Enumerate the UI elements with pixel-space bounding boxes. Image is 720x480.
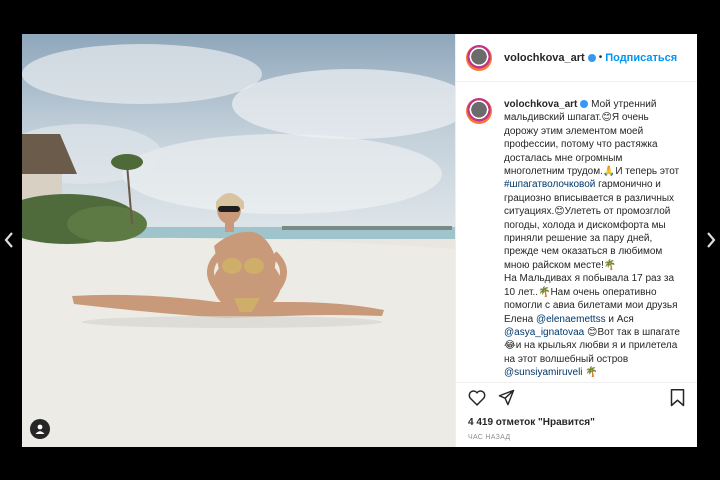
hashtag-link[interactable]: #шпагатволочковой (504, 179, 595, 190)
emoji: 😊 (601, 112, 612, 124)
divider (456, 382, 697, 383)
heart-icon[interactable] (468, 389, 486, 411)
caption-part: и на крыльях любви я и прилетела на этот… (504, 340, 681, 365)
chevron-left-icon[interactable] (2, 230, 16, 250)
emoji: 😊 (554, 206, 565, 218)
emoji: 😊 (587, 326, 598, 338)
caption-part: Вот так в шпагате (597, 326, 680, 338)
verified-icon (580, 100, 589, 109)
avatar[interactable] (466, 44, 492, 71)
chevron-right-icon[interactable] (704, 230, 718, 250)
mention-link[interactable]: @elenaemettss (536, 314, 606, 325)
mention-link[interactable]: @sunsiyamiruveli (504, 367, 583, 378)
caption-avatar[interactable] (466, 98, 492, 124)
verified-icon (587, 53, 596, 62)
caption-part: И теперь этот (615, 166, 682, 178)
caption-username[interactable]: volochkova_art (504, 99, 577, 110)
separator-dot: • (598, 52, 603, 63)
emoji: 😂 (504, 340, 516, 352)
bookmark-icon[interactable] (670, 388, 685, 412)
post-side-panel: volochkova_art • Подписаться volochkova_… (455, 34, 697, 447)
emoji: 🌴 (538, 286, 551, 298)
mention-link[interactable]: @asya_ignatovaa (504, 327, 584, 338)
action-bar (468, 388, 685, 412)
username-link[interactable]: volochkova_art (504, 52, 585, 64)
caption-block: volochkova_art Мой утренний мальдивский … (456, 82, 697, 382)
post-photo[interactable] (22, 34, 455, 447)
emoji: 🌴 (603, 259, 617, 271)
post-timestamp[interactable]: ЧАС НАЗАД (468, 434, 510, 441)
user-tag-icon[interactable] (30, 419, 50, 439)
emoji: 🙏 (602, 166, 616, 178)
caption-text: volochkova_art Мой утренний мальдивский … (504, 98, 680, 382)
emoji: 🌴 (585, 367, 598, 379)
share-icon[interactable] (498, 389, 515, 411)
follow-button[interactable]: Подписаться (605, 52, 677, 64)
post-modal: volochkova_art • Подписаться volochkova_… (22, 34, 697, 447)
post-header: volochkova_art • Подписаться (456, 34, 697, 82)
caption-part: и Ася (605, 313, 637, 325)
likes-count[interactable]: 4 419 отметок "Нравится" (468, 417, 595, 428)
